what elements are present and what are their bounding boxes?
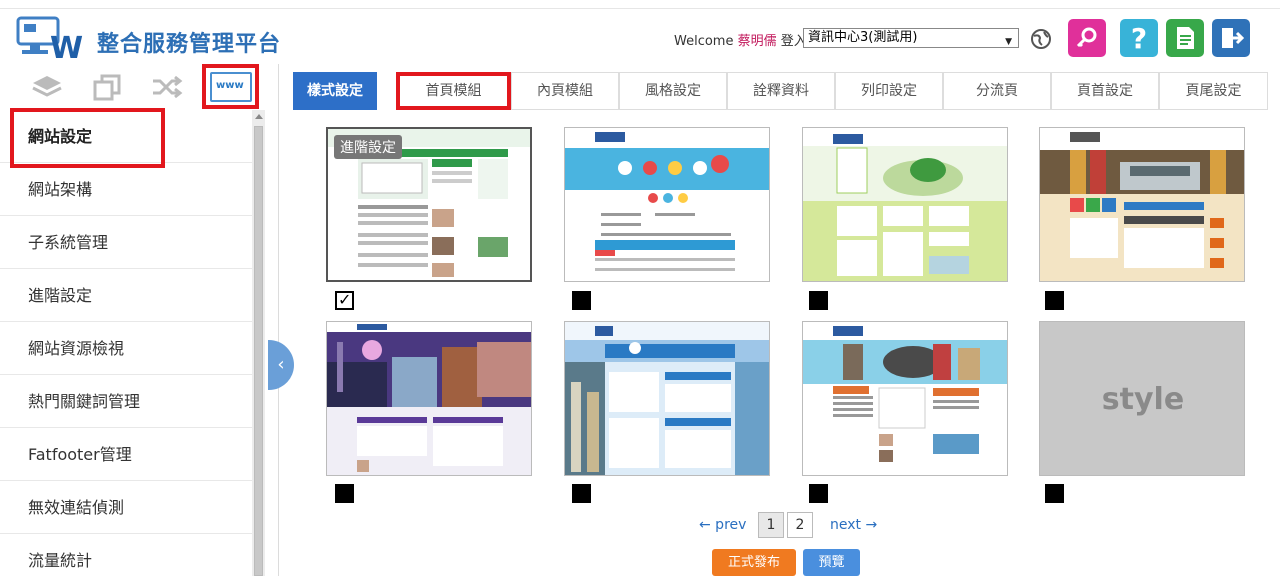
key-icon	[1076, 27, 1097, 48]
tab-inner-modules[interactable]: 內頁模組	[511, 72, 619, 110]
template-checkbox-8[interactable]	[1045, 484, 1064, 503]
globe-icon[interactable]	[1030, 28, 1052, 50]
template-thumbnail-5[interactable]	[326, 321, 532, 476]
layers-icon	[32, 76, 62, 97]
template-preview-5	[327, 322, 531, 475]
pagination-page-2[interactable]: 2	[787, 512, 813, 538]
template-thumbnail-2[interactable]	[564, 127, 770, 282]
website-button-highlight	[202, 64, 259, 109]
shuffle-icon	[153, 75, 183, 99]
sidebar-item-site-structure[interactable]: 網站架構	[0, 163, 252, 216]
tab-style-settings[interactable]: 樣式設定	[293, 72, 377, 110]
layers-button[interactable]	[30, 72, 64, 102]
template-checkbox-7[interactable]	[809, 484, 828, 503]
panel-divider	[278, 64, 279, 576]
document-icon	[1177, 27, 1194, 49]
help-icon: ?	[1130, 21, 1148, 55]
user-name: 蔡明儒	[737, 34, 777, 49]
placeholder-style-text: style	[1101, 382, 1185, 417]
sidebar-item-traffic[interactable]: 流量統計	[0, 534, 252, 576]
welcome-prefix: Welcome	[674, 34, 734, 49]
template-checkbox-6[interactable]	[572, 484, 591, 503]
tab-split-page[interactable]: 分流頁	[943, 72, 1051, 110]
pagination-next[interactable]: next →	[830, 517, 877, 533]
unit-select[interactable]: 資訊中心3(測試用) ▼	[803, 28, 1019, 48]
copy-button[interactable]	[90, 72, 124, 102]
template-thumbnail-6[interactable]	[564, 321, 770, 476]
sidebar-item-resources[interactable]: 網站資源檢視	[0, 322, 252, 375]
preview-button[interactable]: 預覽	[803, 549, 860, 576]
template-checkbox-1[interactable]	[335, 290, 354, 310]
brand-title: 整合服務管理平台	[97, 32, 282, 57]
logout-button[interactable]	[1212, 19, 1250, 57]
sidebar-item-subsystem[interactable]: 子系統管理	[0, 216, 252, 269]
logo-icon: W	[16, 16, 83, 62]
template-preview-4	[1040, 128, 1244, 281]
collapse-sidebar-button[interactable]: ‹	[268, 340, 294, 390]
welcome-text: Welcome 蔡明儒 登入	[674, 30, 807, 49]
logout-icon	[1222, 28, 1244, 48]
template-checkbox-2[interactable]	[572, 291, 591, 310]
advanced-settings-badge[interactable]: 進階設定	[334, 135, 402, 159]
app-root: W 整合服務管理平台 Welcome 蔡明儒 登入 資訊中心3(測試用) ▼ ?	[0, 0, 1280, 576]
sidebar-highlight	[10, 108, 165, 168]
template-preview-6	[565, 322, 769, 475]
template-checkbox-3[interactable]	[809, 291, 828, 310]
tab-metadata[interactable]: 詮釋資料	[727, 72, 835, 110]
template-checkbox-4[interactable]	[1045, 291, 1064, 310]
scrollbar-thumb[interactable]	[254, 126, 263, 576]
document-button[interactable]	[1166, 19, 1204, 57]
publish-button[interactable]: 正式發布	[712, 549, 796, 576]
chevron-left-icon: ‹	[277, 354, 285, 375]
template-preview-7	[803, 322, 1007, 475]
tab-footer-settings[interactable]: 頁尾設定	[1159, 72, 1268, 110]
tab-bar: 樣式設定 首頁模組 內頁模組 風格設定 詮釋資料 列印設定 分流頁 頁首設定 頁…	[293, 72, 1268, 110]
sidebar-scrollbar[interactable]	[252, 110, 265, 576]
sidebar: 網站設定 網站架構 子系統管理 進階設定 網站資源檢視 熱門關鍵詞管理 Fatf…	[0, 110, 252, 576]
sidebar-item-keywords[interactable]: 熱門關鍵詞管理	[0, 375, 252, 428]
template-thumbnail-7[interactable]	[802, 321, 1008, 476]
template-checkbox-5[interactable]	[335, 484, 354, 503]
top-divider	[0, 0, 1280, 9]
scroll-up-icon[interactable]	[255, 114, 263, 119]
tab-theme-settings[interactable]: 風格設定	[619, 72, 727, 110]
template-thumbnail-3[interactable]	[802, 127, 1008, 282]
shuffle-button[interactable]	[150, 72, 184, 102]
tab-print-settings[interactable]: 列印設定	[835, 72, 943, 110]
sidebar-item-advanced[interactable]: 進階設定	[0, 269, 252, 322]
template-preview-3	[803, 128, 1007, 281]
template-thumbnail-4[interactable]	[1039, 127, 1245, 282]
sidebar-item-broken-links[interactable]: 無效連結偵測	[0, 481, 252, 534]
key-button[interactable]	[1068, 19, 1106, 57]
help-button[interactable]: ?	[1120, 19, 1158, 57]
template-thumbnail-8[interactable]: style	[1039, 321, 1245, 476]
pagination-page-1[interactable]: 1	[758, 512, 784, 538]
svg-text:W: W	[50, 31, 83, 62]
template-preview-2	[565, 128, 769, 281]
copy-icon	[93, 74, 121, 101]
dropdown-arrow-icon: ▼	[1005, 37, 1012, 47]
pagination-prev[interactable]: ← prev	[699, 517, 746, 533]
tab-header-settings[interactable]: 頁首設定	[1051, 72, 1159, 110]
tab-home-modules[interactable]: 首頁模組	[396, 72, 511, 110]
sidebar-item-fatfooter[interactable]: Fatfooter管理	[0, 428, 252, 481]
unit-select-value: 資訊中心3(測試用)	[808, 30, 918, 45]
